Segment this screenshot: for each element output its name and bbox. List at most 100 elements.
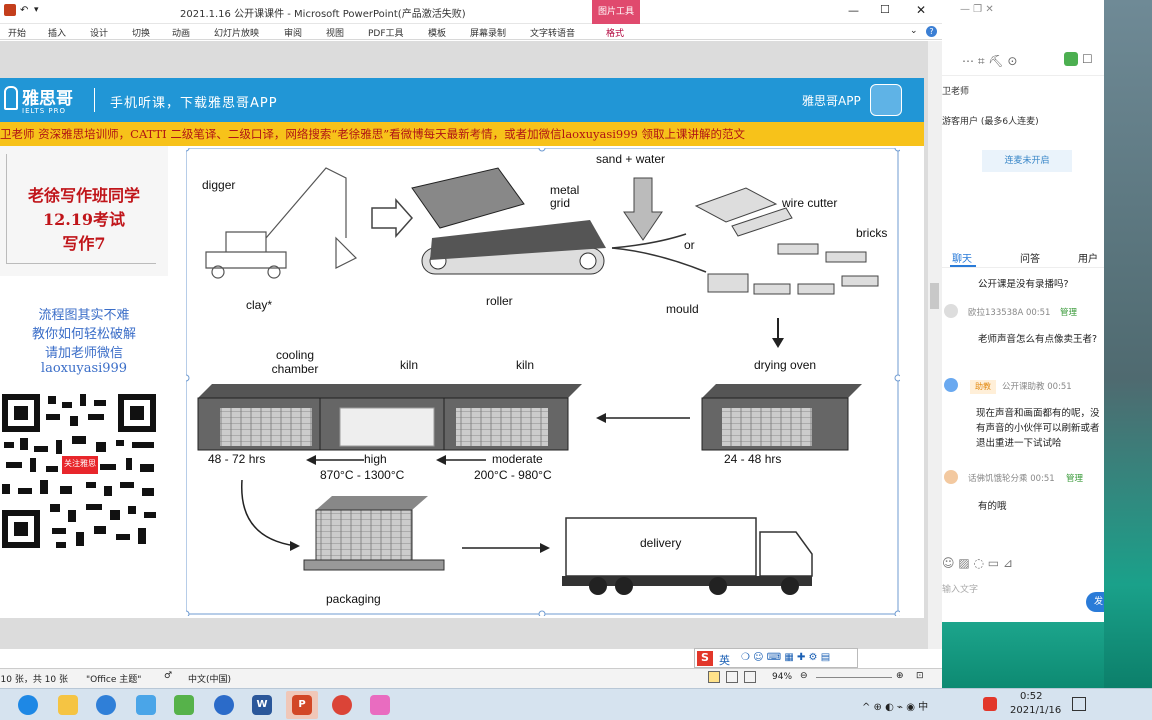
zoom-in-icon[interactable]: ⊕ bbox=[896, 671, 904, 681]
label-packaging: packaging bbox=[326, 592, 381, 606]
sogou-icon[interactable]: S bbox=[697, 651, 713, 666]
label-high: high bbox=[364, 452, 387, 466]
tab-screen-record[interactable]: 屏幕录制 bbox=[470, 26, 506, 39]
tab-animations[interactable]: 动画 bbox=[172, 26, 190, 39]
label-moderate-temp: 200°C - 980°C bbox=[474, 468, 552, 482]
context-tab-label: 图片工具 bbox=[597, 7, 634, 17]
tab-chat[interactable]: 聊天 bbox=[952, 250, 972, 265]
maximize-chat-icon[interactable]: ☐ bbox=[1082, 52, 1093, 66]
ppt-logo-icon bbox=[4, 4, 16, 16]
slide-count: 幻灯片 10 张，共 10 张 bbox=[0, 675, 68, 685]
tab-home[interactable]: 开始 bbox=[8, 26, 26, 39]
mail-icon[interactable] bbox=[136, 695, 156, 715]
label-delivery: delivery bbox=[640, 536, 682, 550]
zoom-level[interactable]: 94% bbox=[772, 672, 792, 682]
connect-mic-button[interactable]: 连麦未开启 bbox=[982, 150, 1072, 172]
writing-score: 写作7 bbox=[62, 234, 106, 253]
zoom-slider[interactable] bbox=[816, 677, 892, 678]
chat-input[interactable]: 输入文字 bbox=[942, 582, 978, 595]
label-bricks: bricks bbox=[856, 226, 888, 240]
promo-line-2: 教你如何轻松破解 bbox=[31, 327, 136, 342]
ribbon-collapse-icon[interactable]: ⌄ bbox=[910, 26, 918, 36]
green-status-icon[interactable] bbox=[1064, 52, 1078, 66]
ime-tools-icon[interactable]: ❍ ☺ ⌨ ▦ ✚ ⚙ ▤ bbox=[741, 652, 830, 663]
taskbar: W P ^ ⊕ ◐ ⌁ ◉ 中 0:52 2021/1/16 bbox=[0, 688, 1152, 720]
ime-mode[interactable]: 英 bbox=[719, 652, 730, 668]
ime-toolbar[interactable]: S 英 ❍ ☺ ⌨ ▦ ✚ ⚙ ▤ bbox=[694, 648, 858, 668]
clock-time[interactable]: 0:52 bbox=[1020, 691, 1042, 702]
theme-name: "Office 主题" bbox=[86, 675, 142, 685]
avatar bbox=[944, 470, 958, 484]
brick-process-diagram[interactable]: digger clay* metal grid roller sand + wa… bbox=[186, 148, 900, 616]
live-chat-window: — ❐ ✕ ⋯ ⌗ ⛏ ⊙ ☐ 卫老师 游客用户 (最多6人连麦) 连麦未开启 … bbox=[942, 0, 1104, 688]
tab-qa[interactable]: 问答 bbox=[1020, 250, 1040, 265]
zoom-out-icon[interactable]: ⊖ bbox=[800, 671, 808, 681]
marquee-text: 卫老师 资深雅思培训师，CATTI 二级笔译、二级口译，网络搜索“老徐雅思”看微… bbox=[0, 127, 746, 141]
wechat-qr-code bbox=[0, 392, 160, 552]
tab-view[interactable]: 视图 bbox=[326, 26, 344, 39]
tab-design[interactable]: 设计 bbox=[90, 26, 108, 39]
slide-workspace: 雅思哥 IELTS PRO 手机听课，下载雅思哥APP 雅思哥APP 卫老师 资… bbox=[0, 41, 942, 649]
spellcheck-icon[interactable]: ♂ bbox=[164, 671, 172, 681]
tab-slideshow[interactable]: 幻灯片放映 bbox=[214, 26, 259, 39]
clock-date[interactable]: 2021/1/16 bbox=[1010, 705, 1061, 716]
help-icon[interactable]: ? bbox=[926, 26, 937, 37]
label-high-temp: 870°C - 1300°C bbox=[320, 468, 405, 482]
normal-view-icon[interactable] bbox=[708, 671, 720, 683]
label-drying-time: 24 - 48 hrs bbox=[724, 452, 782, 466]
admin-badge: 管理 bbox=[1060, 308, 1078, 318]
label-mould: mould bbox=[666, 302, 699, 316]
window-controls-icon[interactable]: — ❐ ✕ bbox=[960, 4, 994, 15]
fit-slide-icon[interactable]: ⊡ bbox=[916, 671, 924, 681]
desktop-background bbox=[1104, 0, 1152, 688]
ie-icon[interactable] bbox=[214, 695, 234, 715]
word-icon[interactable]: W bbox=[252, 695, 272, 715]
chrome-icon[interactable] bbox=[332, 695, 352, 715]
tab-text-to-speech[interactable]: 文字转语音 bbox=[530, 26, 575, 39]
chat-toolbar-icons[interactable]: ⋯ ⌗ ⛏ ⊙ bbox=[962, 54, 1018, 69]
tab-users[interactable]: 用户 bbox=[1078, 250, 1098, 265]
chat-message: 公开课是没有录播吗? bbox=[978, 279, 1069, 290]
maximize-button[interactable]: ☐ bbox=[880, 3, 890, 16]
minimize-button[interactable]: — bbox=[848, 4, 859, 17]
brand-name: 雅思哥 bbox=[22, 89, 73, 109]
undo-icon[interactable]: ↶ bbox=[20, 5, 28, 16]
notification-icon[interactable] bbox=[1072, 697, 1086, 711]
edge-icon[interactable] bbox=[18, 695, 38, 715]
chat-tabs: 聊天 问答 用户 bbox=[942, 244, 1104, 268]
tray-icons[interactable]: ^ ⊕ ◐ ⌁ ◉ 中 bbox=[862, 698, 928, 713]
browser-icon[interactable] bbox=[96, 695, 116, 715]
label-or: or bbox=[684, 238, 695, 252]
close-button[interactable]: ✕ bbox=[916, 3, 926, 17]
label-cooling-time: 48 - 72 hrs bbox=[208, 452, 266, 466]
tab-templates[interactable]: 模板 bbox=[428, 26, 446, 39]
label-drying-oven: drying oven bbox=[754, 358, 817, 372]
sogou-tray-icon[interactable] bbox=[983, 697, 997, 711]
tab-transitions[interactable]: 切换 bbox=[132, 26, 150, 39]
file-explorer-icon[interactable] bbox=[58, 695, 78, 715]
label-clay: clay* bbox=[246, 298, 273, 312]
reading-view-icon[interactable] bbox=[744, 671, 756, 683]
qat-dropdown-icon[interactable]: ▾ bbox=[34, 5, 39, 15]
powerpoint-icon[interactable]: P bbox=[292, 695, 312, 715]
tab-insert[interactable]: 插入 bbox=[48, 26, 66, 39]
delivery-truck bbox=[562, 517, 813, 595]
sorter-view-icon[interactable] bbox=[726, 671, 738, 683]
send-button[interactable]: 发 bbox=[1086, 592, 1104, 612]
chat-input-tools[interactable]: ☺ ▨ ◌ ▭ ⊿ bbox=[942, 556, 1013, 570]
admin-badge: 管理 bbox=[1066, 474, 1084, 484]
status-bar: 幻灯片 10 张，共 10 张 "Office 主题" ♂ 中文(中国) 94%… bbox=[0, 668, 942, 688]
drying-oven bbox=[701, 384, 862, 451]
scroll-thumb[interactable] bbox=[930, 283, 939, 309]
tab-format[interactable]: 格式 bbox=[606, 26, 624, 39]
slide-banner: 雅思哥 IELTS PRO 手机听课，下载雅思哥APP 雅思哥APP bbox=[0, 78, 924, 122]
guest-seat: 游客用户 (最多6人连麦) bbox=[942, 117, 1039, 127]
tab-review[interactable]: 审阅 bbox=[284, 26, 302, 39]
slide: 雅思哥 IELTS PRO 手机听课，下载雅思哥APP 雅思哥APP 卫老师 资… bbox=[0, 78, 924, 618]
live-app-icon[interactable] bbox=[370, 695, 390, 715]
exam-date: 12.19考试 bbox=[42, 210, 126, 229]
media-icon[interactable] bbox=[174, 695, 194, 715]
vertical-scrollbar[interactable] bbox=[928, 41, 942, 649]
brand-logo-icon bbox=[4, 86, 18, 110]
tab-pdf-tools[interactable]: PDF工具 bbox=[368, 26, 404, 39]
